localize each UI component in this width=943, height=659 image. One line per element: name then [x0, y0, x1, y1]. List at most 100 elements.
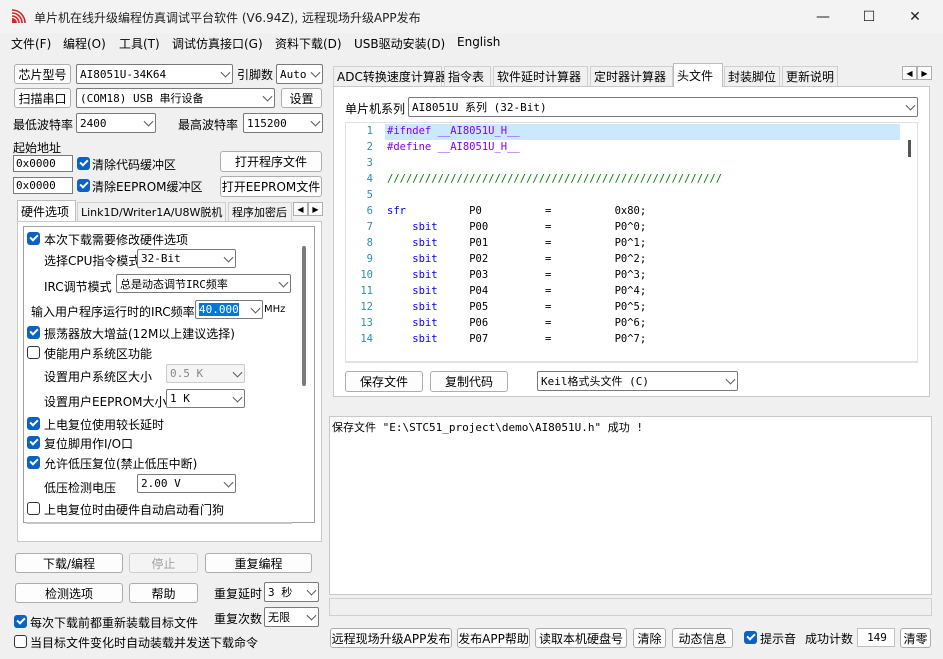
- reset-count-button[interactable]: 清零: [900, 628, 931, 648]
- dynamic-info-button[interactable]: 动态信息: [672, 628, 733, 648]
- tab-release-notes[interactable]: 更新说明: [782, 66, 838, 86]
- chevron-down-icon: [278, 277, 289, 288]
- sys-area-size-select[interactable]: 0.5 K: [166, 364, 245, 383]
- tab-instruction-table[interactable]: 指令表: [444, 66, 491, 86]
- app-logo-icon: [11, 9, 26, 24]
- code-line: ////////////////////////////////////////…: [387, 173, 723, 185]
- menu-program[interactable]: 编程(O): [63, 35, 106, 52]
- settings-button[interactable]: 设置: [281, 88, 322, 108]
- menu-downloads[interactable]: 资料下载(D): [275, 35, 342, 52]
- header-format-select[interactable]: Keil格式头文件 (C): [537, 371, 738, 391]
- code-scrollbar-thumb[interactable]: [908, 140, 911, 157]
- close-button[interactable]: ✕: [892, 0, 938, 33]
- clear-eeprom-buffer-checkbox[interactable]: [77, 179, 90, 192]
- repeat-count-value: 无限: [268, 611, 290, 624]
- code-start-address-input[interactable]: 0x0000: [13, 155, 73, 172]
- check-options-button[interactable]: 检测选项: [15, 583, 123, 603]
- tab-header-file[interactable]: 头文件: [673, 63, 723, 87]
- eeprom-start-address-input[interactable]: 0x0000: [13, 177, 73, 194]
- chevron-down-icon: [306, 585, 317, 596]
- tab-adc-calculator[interactable]: ADC转换速度计算器: [333, 66, 447, 86]
- repeat-program-button[interactable]: 重复编程: [205, 553, 312, 573]
- clear-log-button[interactable]: 清除: [633, 628, 666, 648]
- pin-count-select[interactable]: Auto: [276, 64, 323, 84]
- line-number: 6: [366, 205, 373, 217]
- menu-english[interactable]: English: [457, 35, 500, 49]
- minimize-button[interactable]: —: [800, 0, 846, 33]
- tab-package-pins[interactable]: 封装脚位: [724, 66, 780, 86]
- tab-hardware-options[interactable]: 硬件选项: [17, 200, 76, 221]
- reset-pin-io-label: 复位脚用作I/O口: [44, 437, 134, 451]
- tab-program-encrypt[interactable]: 程序加密后: [228, 202, 292, 221]
- read-disk-id-button[interactable]: 读取本机硬盘号: [535, 628, 627, 648]
- tab-scroll-right-button[interactable]: ▶: [308, 202, 323, 216]
- cpu-instr-mode-select[interactable]: 32-Bit: [137, 249, 236, 268]
- chip-type-select[interactable]: AI8051U-34K64: [76, 64, 233, 84]
- min-baud-select[interactable]: 2400: [76, 113, 156, 133]
- menu-usb-driver[interactable]: USB驱动安装(D): [354, 35, 445, 52]
- publish-app-button[interactable]: 远程现场升级APP发布: [330, 628, 452, 648]
- reload-before-download-label: 每次下载前都重新装载目标文件: [30, 616, 199, 630]
- line-number: 4: [366, 173, 373, 185]
- watchdog-label: 上电复位时由硬件自动启动看门狗: [44, 503, 225, 517]
- help-button[interactable]: 帮助: [129, 583, 198, 603]
- chevron-down-icon: [310, 67, 321, 78]
- tab-timer-calculator[interactable]: 定时器计算器: [590, 66, 673, 86]
- auto-reload-checkbox[interactable]: [14, 635, 27, 648]
- maximize-button[interactable]: ☐: [846, 0, 892, 33]
- low-volt-reset-label: 允许低压复位(禁止低压中断): [44, 457, 198, 471]
- watchdog-checkbox[interactable]: [27, 502, 40, 515]
- osc-gain-checkbox[interactable]: [27, 326, 40, 339]
- min-baud-value: 2400: [80, 116, 107, 130]
- power-on-delay-checkbox[interactable]: [27, 417, 40, 430]
- repeat-delay-select[interactable]: 3 秒: [264, 582, 319, 602]
- mcu-series-select[interactable]: AI8051U 系列 (32-Bit): [408, 97, 918, 117]
- menu-debug-interface[interactable]: 调试仿真接口(G): [172, 35, 263, 52]
- tab-scroll-left-button[interactable]: ◀: [902, 66, 917, 80]
- output-log[interactable]: [329, 416, 932, 595]
- line-number: 7: [366, 221, 373, 233]
- open-eeprom-file-button[interactable]: 打开EEPROM文件: [220, 176, 322, 197]
- copy-code-button[interactable]: 复制代码: [430, 371, 508, 392]
- horizontal-scrollbar[interactable]: [26, 522, 292, 524]
- port-select[interactable]: (COM18) USB 串行设备: [76, 88, 275, 108]
- chevron-down-icon: [143, 116, 154, 127]
- low-volt-detect-value: 2.00 V: [141, 477, 181, 490]
- chevron-down-icon: [725, 374, 736, 385]
- menu-file[interactable]: 文件(F): [11, 35, 51, 52]
- tab-scroll-left-button[interactable]: ◀: [293, 202, 308, 216]
- clear-code-buffer-checkbox[interactable]: [77, 157, 90, 170]
- cpu-instr-mode-label: 选择CPU指令模式: [44, 254, 141, 268]
- modify-hw-options-checkbox[interactable]: [27, 232, 40, 245]
- low-volt-reset-checkbox[interactable]: [27, 456, 40, 469]
- reload-before-download-checkbox[interactable]: [14, 615, 27, 628]
- user-sys-area-checkbox[interactable]: [27, 346, 40, 359]
- line-number: 5: [366, 189, 373, 201]
- line-number: 9: [366, 253, 373, 265]
- scrollbar-thumb[interactable]: [302, 246, 306, 386]
- tab-delay-calculator[interactable]: 软件延时计算器: [493, 66, 588, 86]
- save-file-button[interactable]: 保存文件: [345, 371, 423, 392]
- modify-hw-options-label: 本次下载需要修改硬件选项: [44, 233, 189, 247]
- chip-type-button[interactable]: 芯片型号: [14, 64, 71, 84]
- irc-frequency-input[interactable]: 40.000: [195, 300, 263, 319]
- tab-offline-programmer[interactable]: Link1D/Writer1A/U8W脱机: [77, 202, 226, 221]
- download-program-button[interactable]: 下载/编程: [15, 553, 123, 573]
- max-baud-select[interactable]: 115200: [243, 113, 323, 133]
- open-program-file-button[interactable]: 打开程序文件: [220, 151, 322, 172]
- chevron-down-icon: [223, 477, 234, 488]
- irc-mode-select[interactable]: 总是动态调节IRC频率: [116, 274, 291, 293]
- stop-button[interactable]: 停止: [129, 553, 198, 573]
- code-line: #define __AI8051U_H__: [387, 141, 520, 153]
- scan-port-button[interactable]: 扫描串口: [14, 88, 71, 108]
- reset-pin-io-checkbox[interactable]: [27, 436, 40, 449]
- tab-scroll-right-button[interactable]: ▶: [917, 66, 932, 80]
- beep-checkbox[interactable]: [744, 631, 757, 644]
- low-volt-detect-select[interactable]: 2.00 V: [137, 474, 236, 493]
- menu-tools[interactable]: 工具(T): [119, 35, 160, 52]
- sys-area-size-label: 设置用户系统区大小: [44, 370, 153, 384]
- header-format-value: Keil格式头文件 (C): [541, 375, 649, 388]
- publish-help-button[interactable]: 发布APP帮助: [457, 628, 530, 648]
- repeat-count-select[interactable]: 无限: [264, 607, 319, 627]
- eeprom-size-select[interactable]: 1 K: [166, 389, 245, 408]
